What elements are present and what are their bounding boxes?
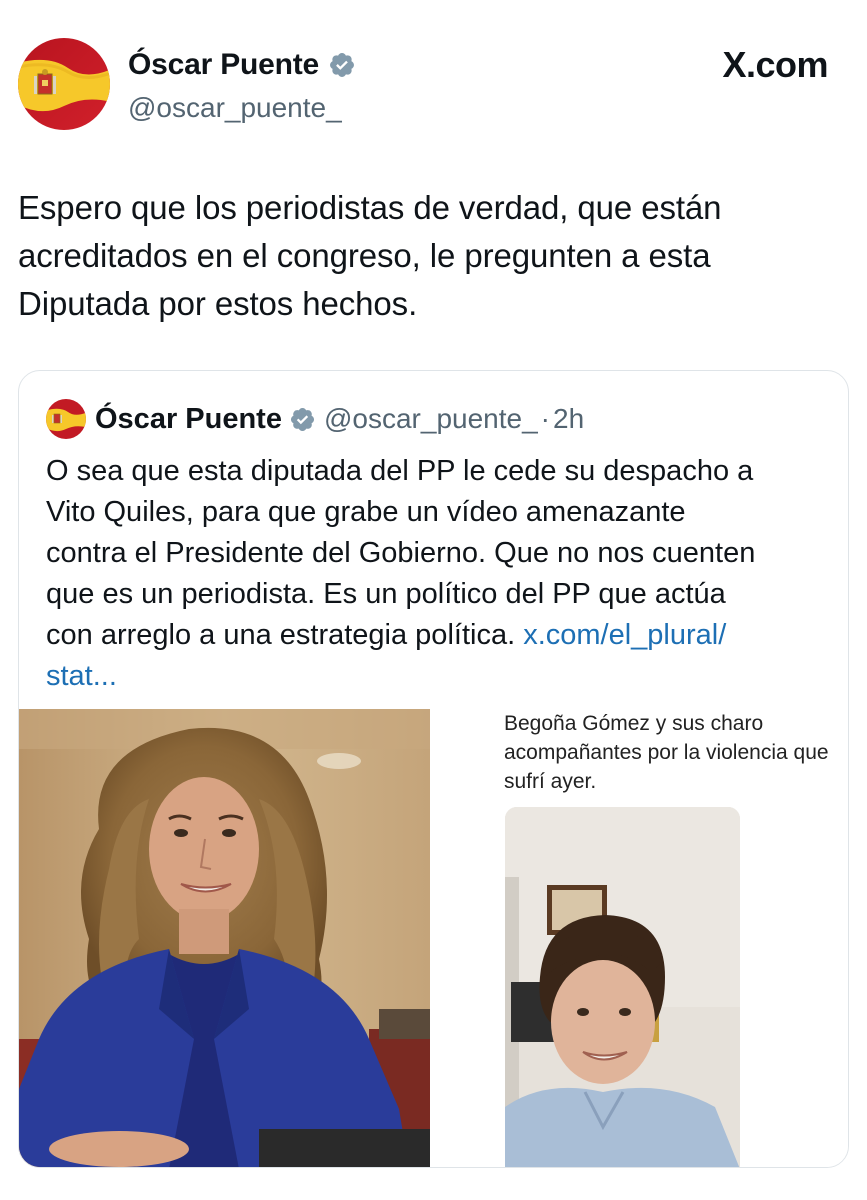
author-display-name[interactable]: Óscar Puente: [128, 48, 319, 82]
media-caption: Begoña Gómez y sus charo acompañantes po…: [504, 709, 848, 796]
quoted-tweet-link[interactable]: x.com/el_plural/: [523, 619, 726, 651]
tweet-text-line: Diputada por estos hechos.: [18, 285, 418, 322]
quoted-tweet-timestamp[interactable]: 2h: [553, 403, 584, 435]
quoted-author-display-name[interactable]: Óscar Puente: [95, 403, 282, 436]
author-handle[interactable]: @oscar_puente_: [128, 92, 342, 124]
quoted-text-line: que es un periodista. Es un político del…: [46, 578, 726, 610]
tweet-text: Espero que los periodistas de verdad, qu…: [18, 184, 848, 328]
quoted-author-avatar[interactable]: [46, 399, 86, 439]
author-avatar[interactable]: [18, 38, 110, 130]
quoted-text-line: O sea que esta diputada del PP le cede s…: [46, 455, 754, 487]
author-name-row: Óscar Puente: [128, 48, 356, 82]
caption-line: sufrí ayer.: [504, 770, 597, 793]
caption-line: Begoña Gómez y sus charo: [504, 712, 764, 735]
tweet-header: Óscar Puente @oscar_puente_ X.com: [18, 38, 848, 133]
media-photo-left[interactable]: [19, 709, 430, 1167]
quoted-author-handle[interactable]: @oscar_puente_: [324, 403, 538, 435]
quoted-text-line-end: con arreglo a una estrategia política.: [46, 619, 516, 651]
verified-badge-icon[interactable]: [289, 406, 316, 433]
separator-dot: ·: [540, 403, 550, 434]
tweet-text-line: Espero que los periodistas de verdad, qu…: [18, 189, 722, 226]
quoted-text-line: contra el Presidente del Gobierno. Que n…: [46, 537, 756, 569]
video-thumbnail[interactable]: [505, 807, 740, 1167]
quoted-text-line: con arreglo a una estrategia política. x…: [46, 615, 831, 656]
quoted-text-line: Vito Quiles, para que grabe un vídeo ame…: [46, 496, 686, 528]
quoted-tweet-card[interactable]: Óscar Puente @oscar_puente_ · 2h O sea q…: [18, 370, 849, 1168]
quoted-tweet-header: Óscar Puente @oscar_puente_ · 2h: [46, 399, 584, 439]
quoted-tweet-link-continued[interactable]: stat...: [46, 656, 831, 697]
tweet-text-line: acreditados en el congreso, le pregunten…: [18, 237, 711, 274]
verified-badge-icon[interactable]: [328, 51, 356, 79]
caption-line: acompañantes por la violencia que: [504, 741, 829, 764]
x-com-logo: X.com: [722, 44, 828, 85]
media-screenshot-right[interactable]: Begoña Gómez y sus charo acompañantes po…: [430, 709, 848, 1167]
quoted-tweet-text: O sea que esta diputada del PP le cede s…: [46, 451, 831, 697]
